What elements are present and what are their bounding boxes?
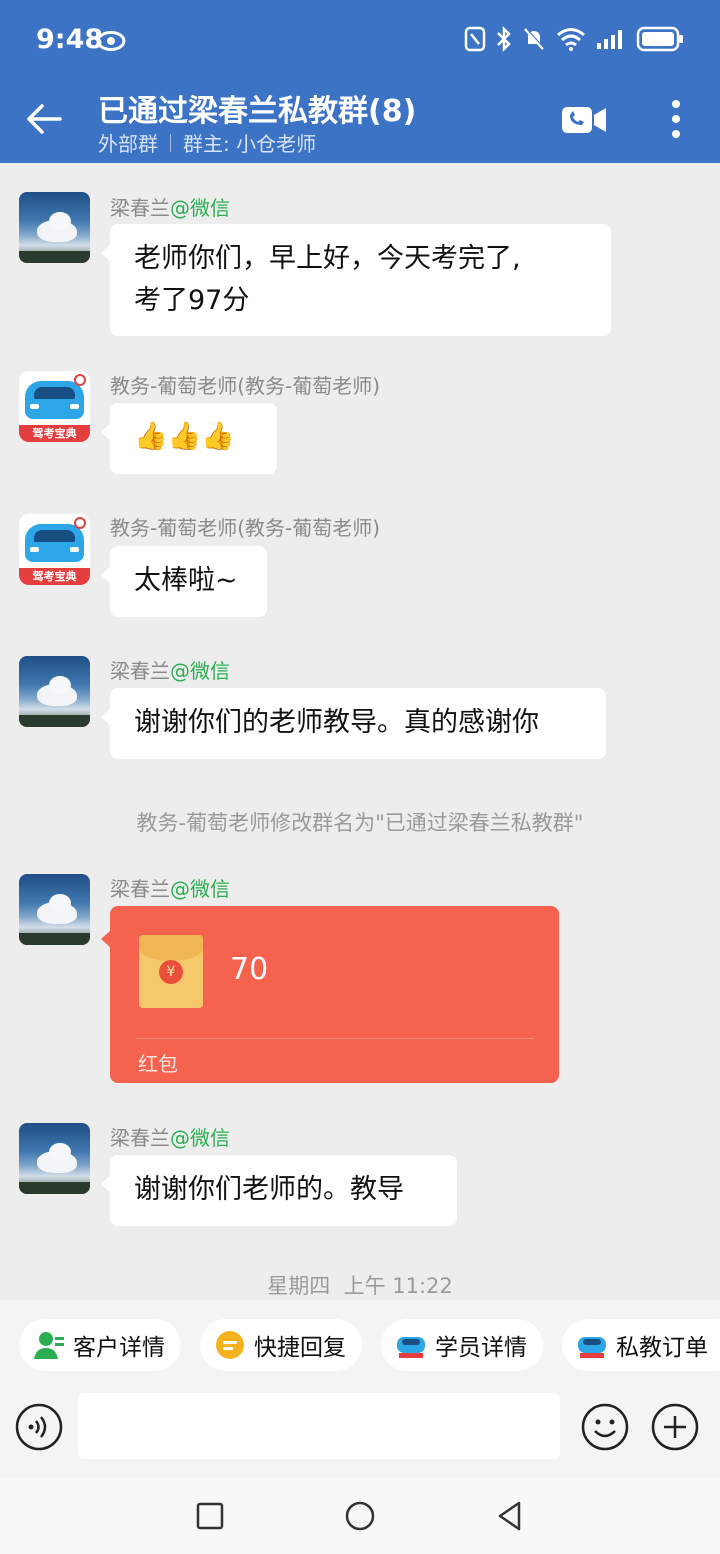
home-icon[interactable] [342,1498,378,1534]
quick-action-private-orders[interactable]: 私教订单 [562,1319,720,1371]
message-input[interactable] [78,1393,560,1459]
wifi-icon [556,27,586,55]
battery-icon [636,26,684,56]
message-text: 谢谢你们老师的。教导 [134,1174,404,1205]
quick-action-customer-details[interactable]: 客户详情 [19,1319,181,1371]
sender-name: 梁春兰@微信 [110,659,230,683]
order-icon [576,1329,608,1361]
thumbs-up-emoji: 👍👍👍 [134,421,235,452]
mute-bell-icon [522,26,546,56]
top-bar: 9:48 已通过梁春兰私教群(8) 外部群 群主: 小仓老师 [0,0,720,163]
message-text: 太棒啦~ [134,565,238,596]
system-nav-bar [0,1478,720,1554]
group-tag: 外部群 [98,132,158,156]
eye-icon [96,30,126,56]
sender-name: 教务-葡萄老师(教务-葡萄老师) [110,516,381,540]
input-bar [0,1390,720,1478]
more-options-icon[interactable] [660,98,692,140]
chat-title: 已通过梁春兰私教群(8) [98,94,417,129]
student-icon [395,1329,427,1361]
chat-subtitle: 外部群 群主: 小仓老师 [98,128,316,157]
sender-name: 梁春兰@微信 [110,196,230,220]
customer-icon [33,1329,65,1361]
divider [136,1038,534,1039]
avatar[interactable] [19,192,90,263]
sender-name: 梁春兰@微信 [110,1126,230,1150]
sender-name: 教务-葡萄老师(教务-葡萄老师) [110,374,381,398]
message-bubble[interactable]: 太棒啦~ [101,546,267,617]
bluetooth-icon [496,25,512,56]
message-text: 老师你们，早上好，今天考完了, [134,243,521,274]
status-time: 9:48 [36,24,104,55]
quick-actions-bar: 客户详情 快捷回复 学员详情 私教订单 [0,1300,720,1390]
system-notice: 教务-葡萄老师修改群名为"已通过梁春兰私教群" [136,811,584,835]
signal-icon [596,28,626,54]
status-bar: 9:48 [0,0,720,82]
group-owner[interactable]: 群主: 小仓老师 [183,128,316,157]
quick-action-student-details[interactable]: 学员详情 [381,1319,543,1371]
sender-name: 梁春兰@微信 [110,877,230,901]
back-triangle-icon[interactable] [492,1498,528,1534]
quick-reply-icon [214,1329,246,1361]
divider [170,133,171,152]
status-icons [464,25,684,56]
nfc-icon [464,26,486,56]
red-packet-amount: 70 [230,952,269,987]
back-arrow-icon[interactable] [24,98,66,140]
red-envelope-icon: ¥ [139,935,203,1008]
recent-apps-icon[interactable] [192,1498,228,1534]
voice-input-icon[interactable] [14,1402,64,1452]
message-bubble[interactable]: 👍👍👍 [101,403,277,474]
message-text: 谢谢你们的老师教导。真的感谢你 [134,707,539,738]
avatar[interactable] [19,1123,90,1194]
avatar[interactable]: 驾考宝典 [19,514,90,585]
message-bubble[interactable]: 谢谢你们的老师教导。真的感谢你 [101,688,606,759]
plus-icon[interactable] [650,1402,700,1452]
timestamp: 星期四 上午 11:22 [267,1274,453,1298]
emoji-icon[interactable] [580,1402,630,1452]
message-bubble[interactable]: 老师你们，早上好，今天考完了, 考了97分 [101,224,611,336]
message-bubble[interactable]: 谢谢你们老师的。教导 [101,1155,457,1226]
avatar[interactable]: 驾考宝典 [19,371,90,442]
red-packet-label: 红包 [138,1052,178,1076]
message-text: 考了97分 [134,285,250,316]
video-call-icon[interactable] [560,104,608,136]
avatar[interactable] [19,874,90,945]
avatar[interactable] [19,656,90,727]
red-packet[interactable]: ¥ 70 红包 [101,906,559,1083]
quick-action-quick-reply[interactable]: 快捷回复 [200,1319,362,1371]
